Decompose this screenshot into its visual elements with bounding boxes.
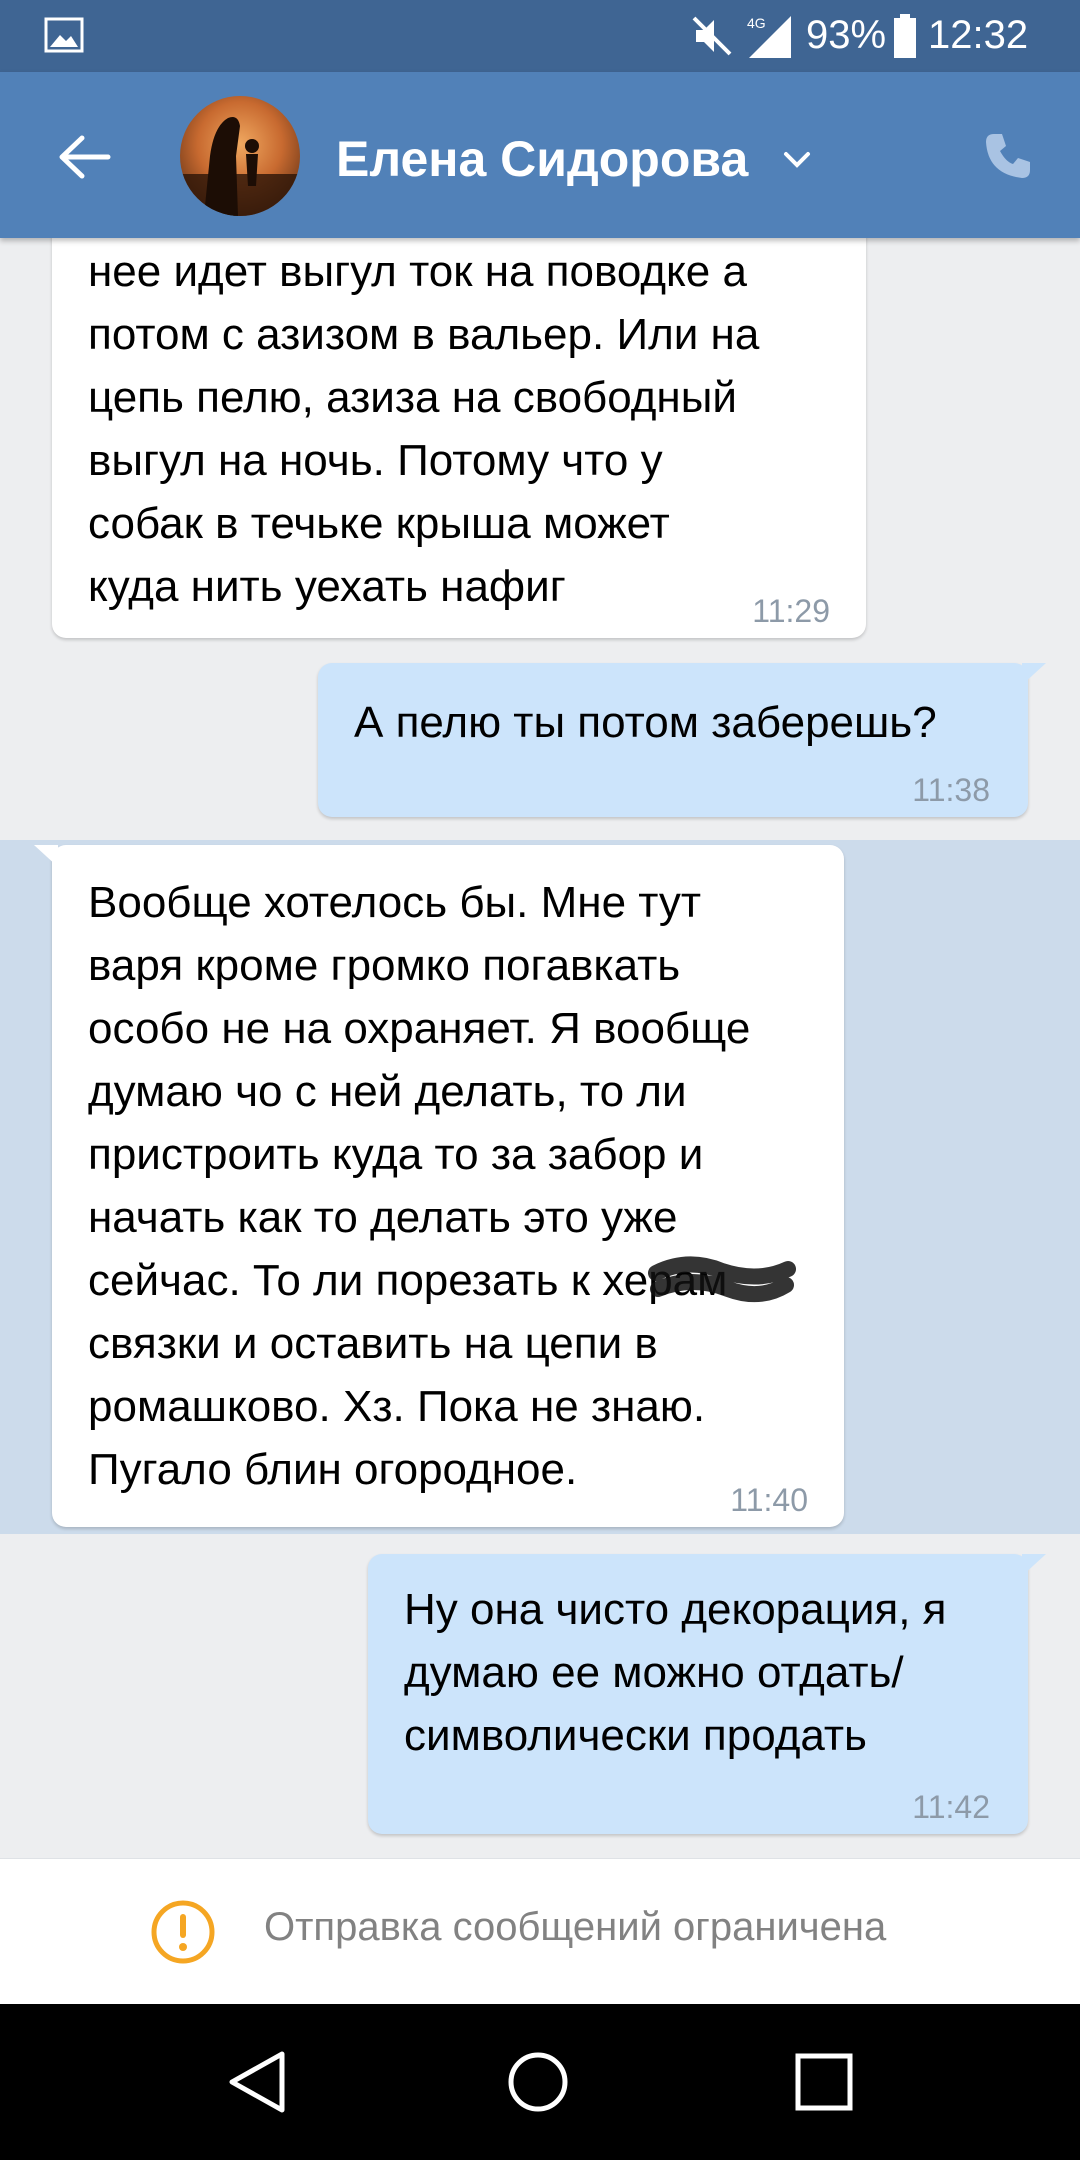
signal-icon: 4G [747,15,791,58]
warning-icon [151,1900,215,1964]
status-time: 12:32 [928,13,1029,57]
chat-header: Елена Сидорова [0,72,1080,238]
scribble-redaction [648,1256,796,1303]
nav-back-icon[interactable] [226,2050,288,2114]
status-bar: 4G 93% 12:32 [0,0,1080,72]
message-bubble-incoming[interactable]: нее идет выгул ток на поводке а потом с … [52,210,866,638]
message-bubble-incoming[interactable]: Вообще хотелось бы. Мне тут варя кроме г… [34,845,844,1527]
restricted-notice: Отправка сообщений ограничена [0,1858,1080,2005]
message-time: 11:42 [912,1789,990,1825]
nav-recent-apps-icon[interactable] [794,2052,854,2112]
chevron-down-icon[interactable] [782,150,812,170]
message-bubble-outgoing[interactable]: А пелю ты потом заберешь? 11:38 [318,663,1046,817]
mute-icon [692,16,732,56]
message-text: Вообще хотелось бы. Мне тут варя кроме г… [88,878,751,1494]
gallery-notification-icon [44,17,84,53]
battery-percent: 93% [806,13,887,57]
restricted-text: Отправка сообщений ограничена [264,1905,887,1949]
arrow-left-icon[interactable] [56,132,112,182]
message-time: 11:38 [912,772,990,808]
message-text: нее идет выгул ток на поводке а потом с … [88,247,760,611]
message-text: А пелю ты потом заберешь? [354,698,937,747]
contact-name[interactable]: Елена Сидорова [336,130,748,188]
message-bubble-outgoing[interactable]: Ну она чисто декорация, я думаю ее можно… [368,1554,1046,1834]
message-text: Ну она чисто декорация, я думаю ее можно… [404,1585,947,1760]
phone-icon[interactable] [980,128,1036,184]
contact-avatar[interactable] [180,96,300,216]
nav-home-icon[interactable] [506,2050,570,2114]
battery-icon [894,14,916,58]
message-time: 11:40 [730,1482,808,1518]
network-type-label: 4G [747,15,766,31]
navigation-bar [0,2004,1080,2160]
message-time: 11:29 [752,593,830,629]
